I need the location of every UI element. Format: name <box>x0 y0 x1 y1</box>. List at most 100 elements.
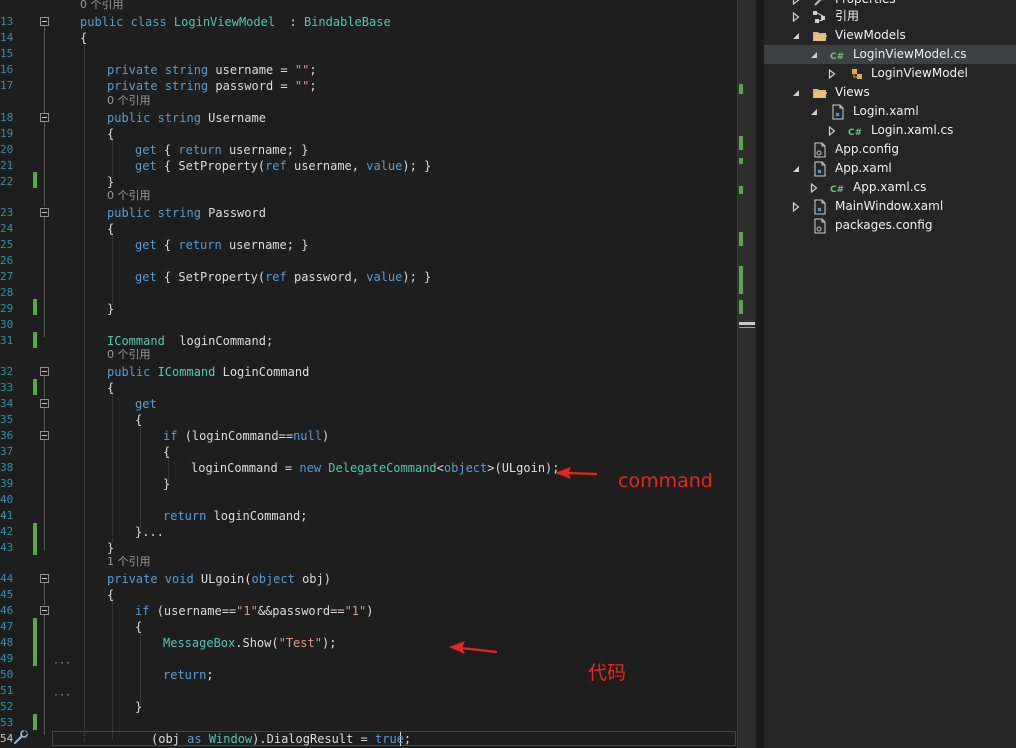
code-text: { <box>107 587 114 603</box>
code-line[interactable]: 50 return; <box>0 667 737 683</box>
code-line[interactable]: 49 <box>0 651 737 667</box>
code-line[interactable]: 33 { <box>0 380 737 396</box>
code-line[interactable]: 31 ICommand loginCommand; <box>0 333 737 349</box>
code-token: get <box>135 397 157 411</box>
codelens-references[interactable]: 1 个引用 <box>107 555 151 569</box>
code-line[interactable]: 32 public ICommand LoginCommand <box>0 364 737 380</box>
expanded-arrow-icon[interactable] <box>792 88 800 98</box>
expanded-arrow-icon[interactable] <box>810 107 818 117</box>
code-line[interactable]: 37 { <box>0 444 737 460</box>
line-number: 18 <box>0 111 14 124</box>
collapsed-arrow-icon[interactable] <box>828 126 836 136</box>
code-line[interactable]: 47 { <box>0 619 737 635</box>
code-line[interactable]: 16 private string username = ""; <box>0 62 737 78</box>
code-text: public class LoginViewModel : BindableBa… <box>80 14 391 30</box>
code-text: ICommand loginCommand; <box>107 333 273 349</box>
tree-item[interactable]: 引用 <box>764 7 1016 26</box>
code-token: if <box>163 429 185 443</box>
scroll-change-mark <box>739 300 743 314</box>
code-text: return loginCommand; <box>163 508 308 524</box>
code-line[interactable]: 48 MessageBox.Show("Test"); <box>0 635 737 651</box>
scrollbar-thumb[interactable] <box>739 322 755 325</box>
tree-item[interactable]: packages.config <box>764 216 1016 235</box>
code-line[interactable]: 54 (obj as Window).DialogResult = true; <box>0 731 737 747</box>
code-line[interactable]: 15 <box>0 46 737 62</box>
code-line[interactable]: 42}... <box>0 524 737 540</box>
code-line[interactable]: 14 { <box>0 30 737 46</box>
collapsed-arrow-icon[interactable] <box>792 12 800 22</box>
code-line[interactable]: 22} <box>0 174 737 190</box>
code-line[interactable]: 52} <box>0 699 737 715</box>
code-line[interactable]: 39} <box>0 476 737 492</box>
code-line[interactable]: 45 { <box>0 587 737 603</box>
code-token: { SetProperty( <box>156 159 266 173</box>
collapsed-arrow-icon[interactable] <box>828 69 836 79</box>
code-line[interactable]: 40 <box>0 492 737 508</box>
code-editor[interactable]: 0 个引用 0 个引用 0 个引用 0 个引用 1 个引用 ··· ··· co… <box>0 0 737 748</box>
codelens-references[interactable]: 0 个引用 <box>107 348 151 362</box>
code-line[interactable]: 53 <box>0 715 737 731</box>
code-line[interactable]: 25 get { return username; } <box>0 237 737 253</box>
code-line[interactable]: 20 get { return username; } <box>0 142 737 158</box>
line-number: 23 <box>0 206 14 219</box>
tree-item-label: Login.xaml.cs <box>871 123 954 137</box>
collapsed-arrow-icon[interactable] <box>792 0 800 5</box>
tree-item[interactable]: App.xaml <box>764 159 1016 178</box>
tree-item-label: Views <box>835 85 870 99</box>
tree-item[interactable]: C# LoginViewModel.cs <box>764 45 1016 64</box>
code-token: &&password== <box>257 604 345 618</box>
code-token: as <box>187 732 209 746</box>
scroll-change-mark <box>739 266 743 294</box>
csharp-file-icon: C# <box>830 52 844 62</box>
line-number: 47 <box>0 620 14 633</box>
expanded-arrow-icon[interactable] <box>810 50 818 60</box>
code-line[interactable]: 44 private void ULgoin(object obj) <box>0 571 737 587</box>
code-token: ).DialogResult = <box>252 732 375 746</box>
code-line[interactable]: 17 private string password = ""; <box>0 78 737 94</box>
code-line[interactable]: 30 <box>0 317 737 333</box>
code-line[interactable]: 43} <box>0 540 737 556</box>
tree-item[interactable]: App.config <box>764 140 1016 159</box>
tree-item[interactable]: ViewModels <box>764 26 1016 45</box>
codelens-references[interactable]: 0 个引用 <box>107 94 151 108</box>
codelens-references[interactable]: 0 个引用 <box>107 189 151 203</box>
code-line[interactable]: 21 get { SetProperty(ref username, value)… <box>0 158 737 174</box>
code-line[interactable]: 36 if (loginCommand==null) <box>0 428 737 444</box>
code-token: loginCommand = <box>191 461 300 475</box>
code-line[interactable]: 24 { <box>0 221 737 237</box>
code-token: } <box>107 541 115 555</box>
tree-item[interactable]: C# Login.xaml.cs <box>764 121 1016 140</box>
code-line[interactable]: 18 public string Username <box>0 110 737 126</box>
expanded-arrow-icon[interactable] <box>792 31 800 41</box>
code-token: public string <box>107 206 209 220</box>
code-text: get { SetProperty(ref username, value); … <box>135 158 431 174</box>
code-line[interactable]: 51 <box>0 683 737 699</box>
tree-item[interactable]: MainWindow.xaml <box>764 197 1016 216</box>
line-number: 20 <box>0 143 14 156</box>
code-token: ICommand <box>107 334 173 348</box>
collapsed-arrow-icon[interactable] <box>792 202 800 212</box>
tree-item[interactable]: Login.xaml <box>764 102 1016 121</box>
codelens-references[interactable]: 0 个引用 <box>80 0 124 12</box>
code-text: MessageBox.Show("Test"); <box>163 635 336 651</box>
code-line[interactable]: 41 return loginCommand; <box>0 508 737 524</box>
code-line[interactable]: 19 { <box>0 126 737 142</box>
csharp-file-icon: C# <box>830 185 844 195</box>
code-line[interactable]: 13 public class LoginViewModel : Bindable… <box>0 14 737 30</box>
vertical-scrollbar[interactable] <box>737 0 756 748</box>
code-line[interactable]: 46 if (username=="1"&&password=="1") <box>0 603 737 619</box>
code-line[interactable]: 35 { <box>0 412 737 428</box>
expanded-arrow-icon[interactable] <box>792 164 800 174</box>
tree-item[interactable]: Views <box>764 83 1016 102</box>
code-line[interactable]: 38 loginCommand = new DelegateCommand<obj… <box>0 460 737 476</box>
code-line[interactable]: 28 <box>0 285 737 301</box>
code-line[interactable]: 34 get <box>0 396 737 412</box>
panel-splitter[interactable] <box>756 0 764 748</box>
tree-item[interactable]: LoginViewModel <box>764 64 1016 83</box>
code-line[interactable]: 27 get { SetProperty(ref password, value)… <box>0 269 737 285</box>
tree-item[interactable]: C# App.xaml.cs <box>764 178 1016 197</box>
code-line[interactable]: 29} <box>0 301 737 317</box>
collapsed-arrow-icon[interactable] <box>810 183 818 193</box>
code-line[interactable]: 23 public string Password <box>0 205 737 221</box>
code-line[interactable]: 26 <box>0 253 737 269</box>
